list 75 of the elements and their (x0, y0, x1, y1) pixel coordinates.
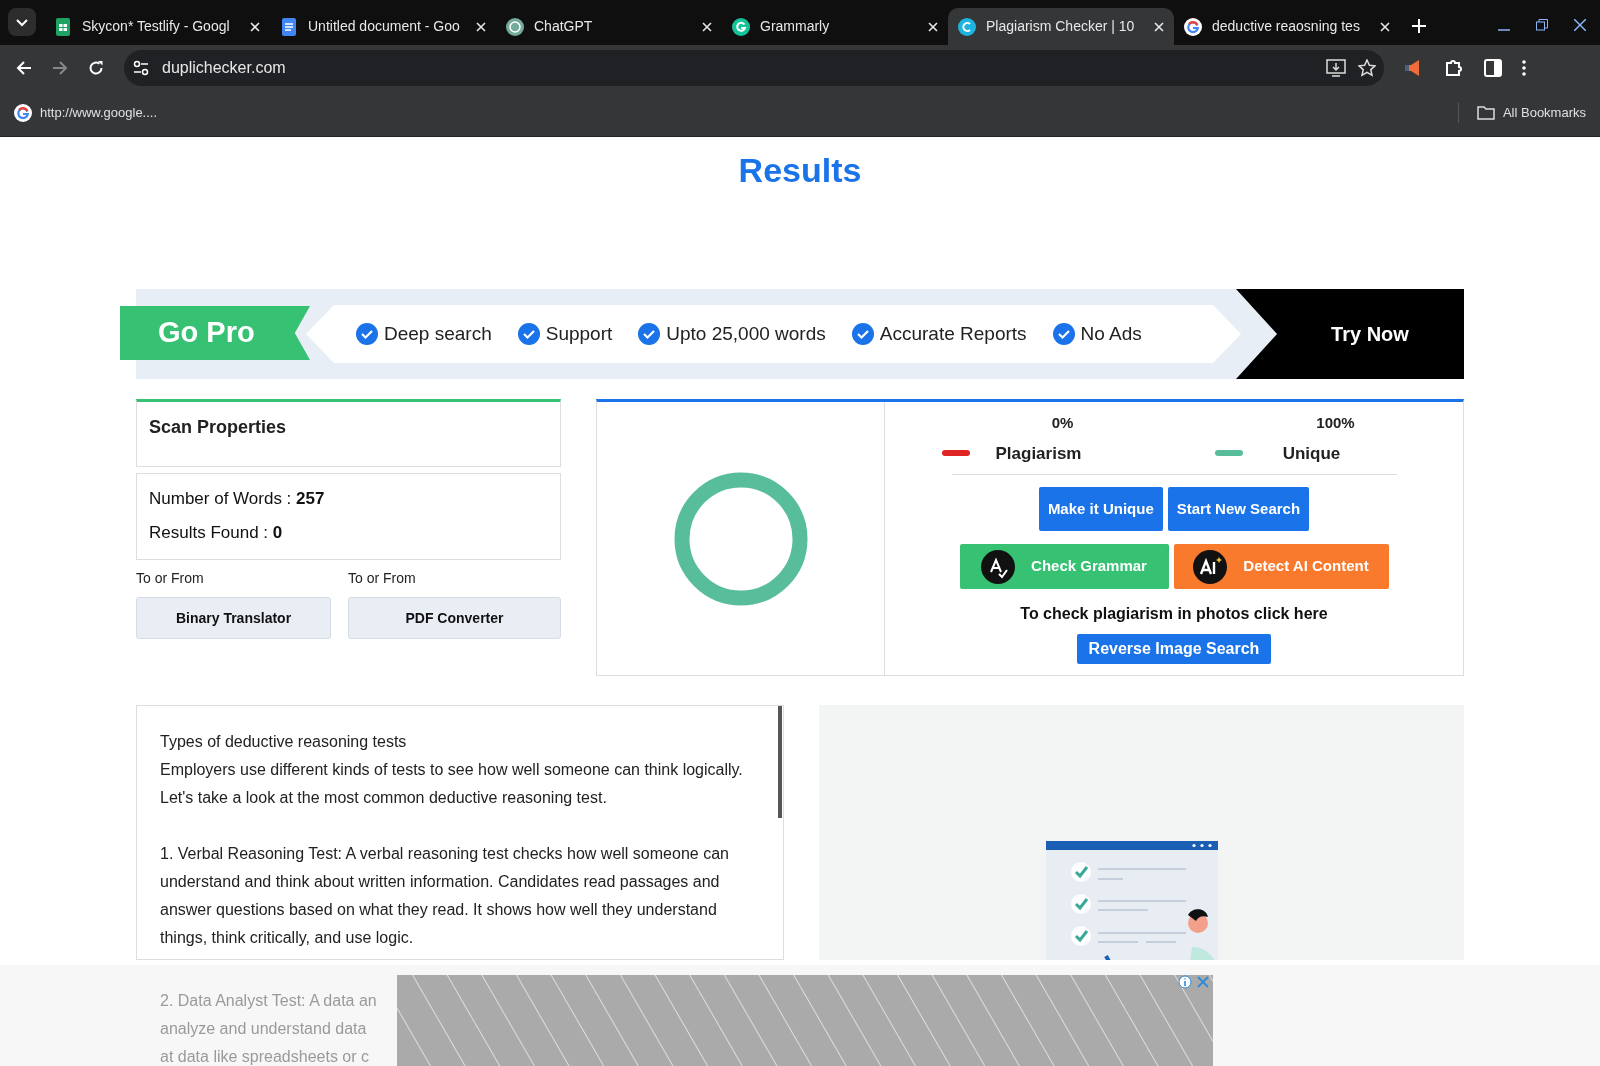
legend-label: Unique (1281, 442, 1342, 465)
action-button[interactable]: Start New Search (1167, 487, 1310, 531)
percent-value: 100% (1315, 413, 1355, 433)
reload-icon[interactable] (88, 59, 104, 76)
faded-text-line: 2. Data Analyst Test: A data an (160, 991, 377, 1011)
go-pro-ribbon: Go Pro (120, 306, 310, 360)
document-icon (280, 17, 298, 36)
folder-icon (1476, 106, 1495, 120)
forward-icon[interactable] (52, 59, 68, 76)
feature-label: Accurate Reports (879, 321, 1027, 346)
side-panel-icon[interactable] (1484, 58, 1502, 77)
action-button[interactable]: Make it Unique (1038, 487, 1163, 531)
tab-search-icon[interactable] (8, 8, 36, 36)
tool-button[interactable]: PDF Converter (348, 597, 561, 639)
check-circle-icon (517, 323, 540, 345)
paragraph-text: 1. Verbal Reasoning Test: A verbal reasoning test checks how well someone can understand and think about written information. Candidates read passages and answer questions based on what they read. It shows how well they understand things, think critically, and use logic. (160, 844, 730, 948)
scrollbar-thumb[interactable] (777, 706, 782, 818)
photo-check-text: To check plagiarism in photos click here (1020, 604, 1328, 624)
tool-caption: To or From (136, 569, 205, 588)
tool-button[interactable]: Binary Translator (136, 597, 331, 639)
try-now-button[interactable]: Try Now (1236, 289, 1464, 379)
back-icon[interactable] (16, 59, 32, 76)
browser-tab[interactable]: deductive reaosning tes (1174, 8, 1400, 45)
tab-title: Untitled document - Goo (308, 17, 461, 36)
restore-icon[interactable] (1536, 19, 1548, 31)
paragraph-text: Types of deductive reasoning tests Employers use different kinds of tests to see how well someone can think logically. Let's take a look at the most common deductive reasoning test. (160, 732, 744, 808)
site-settings-icon[interactable] (132, 58, 150, 77)
text-input-area[interactable] (136, 705, 784, 960)
grammar-logo-icon (981, 549, 1016, 584)
ai-logo-icon (1193, 549, 1228, 584)
feature-label: No Ads (1080, 321, 1142, 346)
install-icon[interactable] (1326, 58, 1346, 77)
stat-text: Results Found : 0 (149, 521, 284, 544)
tab-title: Plagiarism Checker | 10 (986, 17, 1136, 36)
bookmark-link[interactable]: http://www.google.... (14, 103, 158, 123)
stat-text: Number of Words : 257 (149, 488, 326, 510)
tab-title: ChatGPT (534, 17, 594, 36)
tool-caption: To or From (348, 569, 417, 588)
new-tab-icon[interactable] (1412, 19, 1426, 33)
star-icon[interactable] (1358, 58, 1376, 77)
browser-tab[interactable]: Skycon* Testlify - Googl (44, 8, 270, 45)
percent-value: 0% (1050, 413, 1074, 433)
address-bar[interactable]: duplichecker.com (124, 49, 1384, 86)
feature-label: Upto 25,000 words (666, 321, 826, 346)
knot-logo-icon (506, 17, 524, 36)
check-circle-icon (1052, 323, 1075, 345)
browser-tab[interactable]: ChatGPT (496, 8, 722, 45)
reverse-image-search-button[interactable]: Reverse Image Search (1076, 634, 1272, 664)
menu-icon[interactable] (1522, 59, 1526, 76)
tab-title: Skycon* Testlify - Googl (82, 17, 231, 36)
feature-label: Deep search (384, 321, 492, 346)
g-logo-icon (1184, 17, 1202, 36)
g-logo-icon (732, 17, 750, 36)
browser-tab[interactable]: Untitled document - Goo (270, 8, 496, 45)
g-logo-icon (14, 104, 32, 122)
all-bookmarks-button[interactable]: All Bookmarks (1457, 103, 1586, 123)
c-logo-icon (958, 17, 976, 36)
legend-label: Plagiarism (994, 442, 1083, 465)
check-circle-icon (356, 323, 378, 345)
puzzle-icon[interactable] (1444, 57, 1464, 78)
browser-tab[interactable]: Grammarly (722, 8, 948, 45)
tab-title: deductive reaosning tes (1212, 17, 1361, 36)
sheet-icon (54, 17, 72, 36)
ad-info-icon[interactable] (1178, 975, 1192, 989)
url-text: duplichecker.com (162, 57, 287, 78)
browser-tab[interactable]: Plagiarism Checker | 10 (948, 8, 1174, 45)
close-icon[interactable] (1574, 19, 1586, 31)
check-circle-icon (851, 323, 874, 345)
check-circle-icon (638, 323, 661, 345)
faded-text-line: at data like spreadsheets or c (160, 1047, 370, 1066)
results-heading: Results (738, 150, 862, 185)
card-title: Scan Properties (149, 416, 288, 439)
feature-label: Support (545, 321, 613, 346)
faded-text-line: analyze and understand data (160, 1019, 368, 1039)
tab-title: Grammarly (760, 17, 831, 36)
